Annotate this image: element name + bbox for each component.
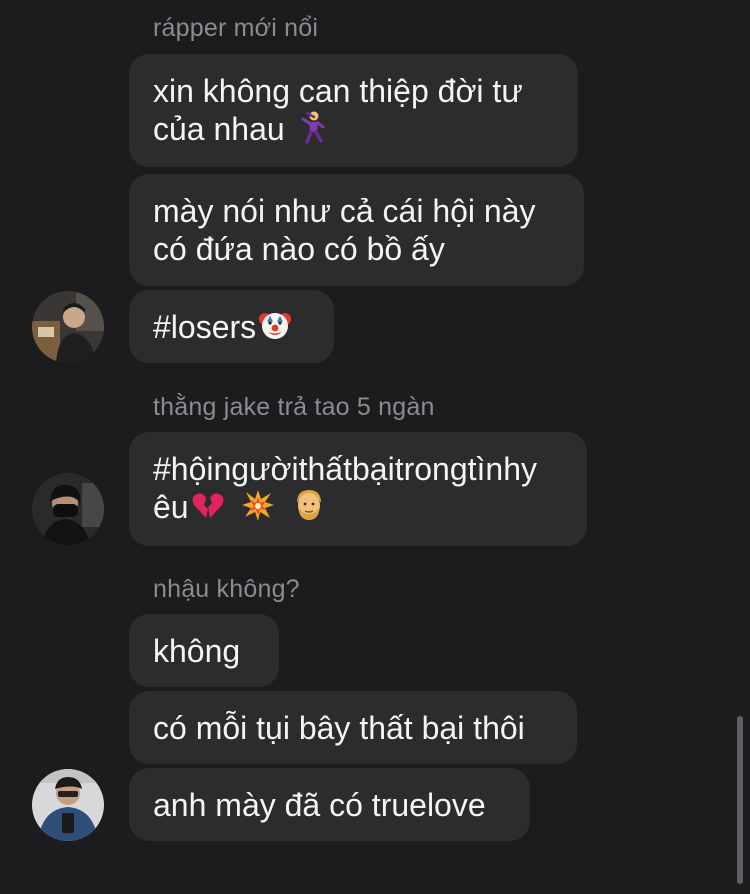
chat-thread: rápper mới nổi xin không can thiệp đời t… — [0, 0, 750, 894]
sender-name: thằng jake trả tao 5 ngàn — [153, 393, 435, 421]
message-bubble[interactable]: có mỗi tụi bây thất bại thôi — [129, 691, 577, 764]
bearded-person-icon — [292, 488, 326, 522]
message-text: xin không can thiệp đời tư — [153, 73, 523, 109]
message-text: anh mày đã có truelove — [153, 787, 486, 823]
message-text: êu — [153, 489, 189, 525]
man-dancing-icon — [296, 110, 330, 144]
sender-name: nhậu không? — [153, 575, 300, 603]
message-bubble[interactable]: anh mày đã có truelove — [129, 768, 530, 841]
broken-heart-icon — [191, 488, 225, 522]
message-text: không — [153, 633, 241, 669]
message-bubble[interactable]: #hộingườithấtbạitrongtìnhy êu — [129, 432, 587, 546]
message-text: #losers — [153, 309, 257, 345]
message-text: mày nói như cả cái hội này — [153, 193, 536, 229]
clown-face-icon — [258, 308, 292, 342]
sender-name: rápper mới nổi — [153, 14, 319, 42]
scrollbar[interactable] — [737, 716, 743, 884]
avatar[interactable] — [32, 473, 104, 545]
message-text-line: #losers — [153, 308, 310, 346]
message-bubble[interactable]: xin không can thiệp đời tư của nhau — [129, 54, 578, 167]
message-text-line: của nhau — [153, 110, 554, 148]
message-text: của nhau — [153, 111, 285, 147]
avatar[interactable] — [32, 769, 104, 841]
message-bubble[interactable]: #losers — [129, 290, 334, 363]
message-text: có mỗi tụi bây thất bại thôi — [153, 710, 525, 746]
collision-icon — [241, 488, 275, 522]
avatar[interactable] — [32, 291, 104, 363]
message-bubble[interactable]: mày nói như cả cái hội này có đứa nào có… — [129, 174, 584, 286]
message-text: có đứa nào có bồ ấy — [153, 231, 445, 267]
message-text-line: êu — [153, 488, 563, 526]
message-text: #hộingườithấtbạitrongtìnhy — [153, 451, 537, 487]
message-bubble[interactable]: không — [129, 614, 279, 687]
